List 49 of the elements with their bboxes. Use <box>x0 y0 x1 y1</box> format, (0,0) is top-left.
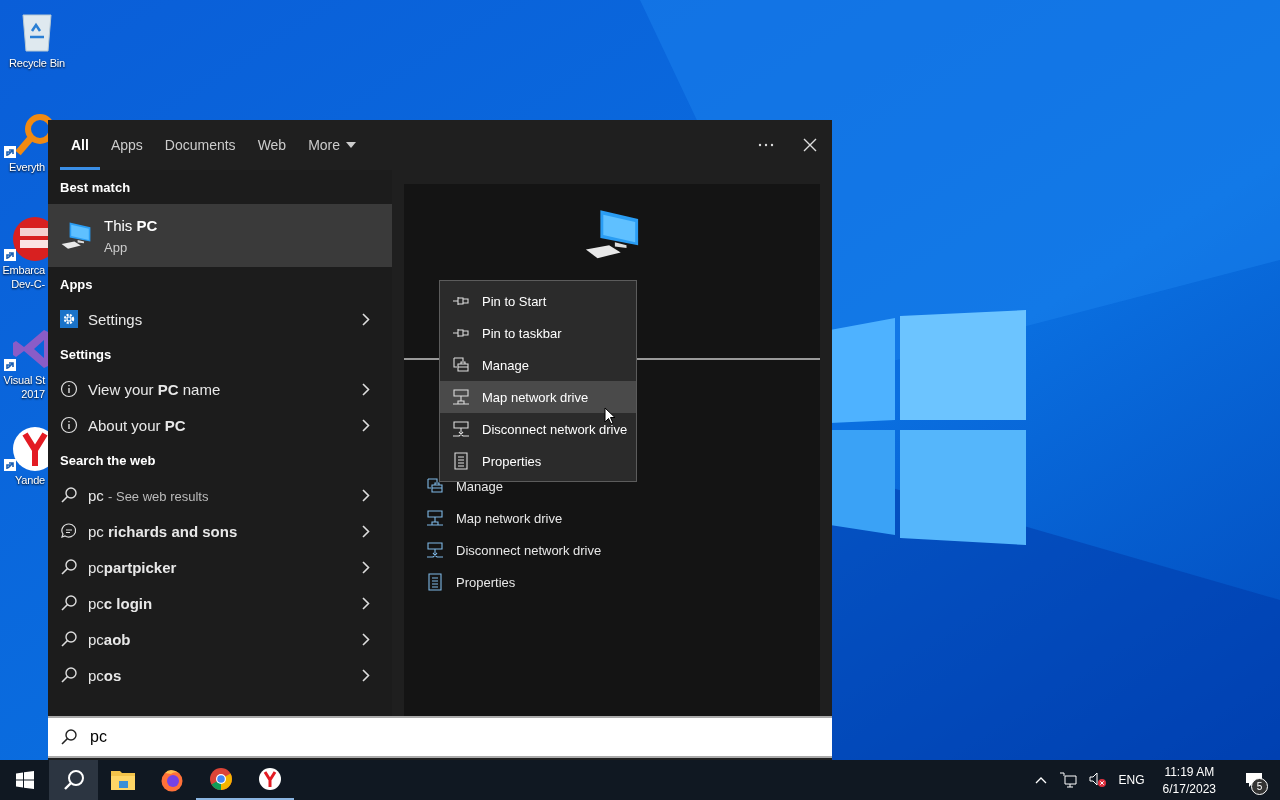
result-item[interactable]: pcos <box>48 657 392 693</box>
action-item[interactable]: Properties <box>426 566 820 598</box>
result-item[interactable]: Settings <box>48 301 392 337</box>
search-bar[interactable]: pc <box>48 716 832 758</box>
action-item[interactable]: Disconnect network drive <box>426 534 820 566</box>
section-heading: Apps <box>59 275 94 294</box>
result-item[interactable]: pcpartpicker <box>48 549 392 585</box>
result-item[interactable]: pc richards and sons <box>48 513 392 549</box>
filter-tab[interactable]: Documents <box>153 120 247 170</box>
filter-tab[interactable]: More <box>297 120 368 170</box>
result-label: View your PC name <box>88 380 222 398</box>
section-heading: Best match <box>59 178 132 197</box>
section-heading: Settings <box>59 345 113 364</box>
desktop-icon-label[interactable]: Recycle Bin <box>9 56 65 70</box>
result-item[interactable]: pc - See web results <box>48 477 392 513</box>
language-indicator[interactable]: ENG <box>1118 773 1145 787</box>
result-item[interactable]: pcaob <box>48 621 392 657</box>
result-label: pcc login <box>88 594 154 612</box>
best-match-result[interactable]: This PC App <box>48 204 392 267</box>
result-label: pc - See web results <box>88 486 210 504</box>
result-label: About your PC <box>88 416 187 434</box>
result-label: pcpartpicker <box>88 558 178 576</box>
action-center-button[interactable]: 5 <box>1234 760 1274 800</box>
filter-tab[interactable]: Web <box>246 120 298 170</box>
result-item[interactable]: pcc login <box>48 585 392 621</box>
desktop-icon-label[interactable]: Yande <box>1 473 45 487</box>
menu-item[interactable]: Properties <box>440 445 636 477</box>
result-label: pcaob <box>88 630 132 648</box>
result-title: This PC <box>104 216 158 234</box>
section-heading: Search the web <box>59 451 157 470</box>
result-item[interactable]: About your PC <box>48 407 392 443</box>
filter-tab[interactable]: Apps <box>99 120 154 170</box>
result-label: Settings <box>88 310 144 328</box>
result-type: App <box>104 239 129 255</box>
result-label: pc richards and sons <box>88 522 239 540</box>
desktop-icon-label[interactable]: Everyth <box>1 160 45 174</box>
notification-count: 5 <box>1251 778 1268 795</box>
desktop-icon-label[interactable]: Embarca Dev-C- <box>1 263 45 291</box>
result-label: pcos <box>88 666 123 684</box>
desktop-icon-label[interactable]: Visual St 2017 <box>1 373 45 401</box>
menu-item[interactable]: Pin to taskbar <box>440 317 636 349</box>
menu-item[interactable]: Pin to Start <box>440 285 636 317</box>
menu-item[interactable]: Map network drive <box>440 381 636 413</box>
menu-item[interactable]: Manage <box>440 349 636 381</box>
clock[interactable]: 11:19 AM 6/17/2023 <box>1156 764 1222 796</box>
menu-item[interactable]: Disconnect network drive <box>440 413 636 445</box>
result-item[interactable]: View your PC name <box>48 371 392 407</box>
search-field[interactable]: pc <box>88 727 832 747</box>
action-item[interactable]: Map network drive <box>426 502 820 534</box>
